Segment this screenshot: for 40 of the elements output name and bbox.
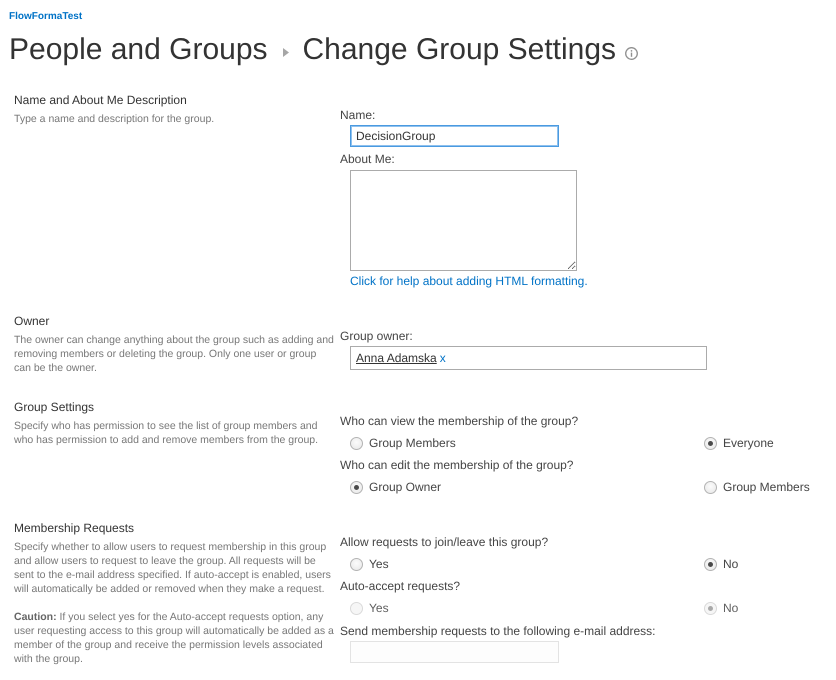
section-description: Specify whether to allow users to request membership in this group and allow users to request to leave the group. All requests will be sent to the e-mail address specified. If auto-accept is enabled, users will automatically be added or removed when they make a request. xyxy=(14,540,332,596)
field-label: About Me: xyxy=(340,151,396,168)
people-picker[interactable]: Anna Adamska x xyxy=(350,346,707,370)
info-icon[interactable] xyxy=(625,46,638,60)
field-label: Who can view the membership of the group? xyxy=(340,413,580,430)
text-field[interactable]: DecisionGroup xyxy=(350,125,559,147)
field-label: Name: xyxy=(340,107,376,124)
radio-label[interactable]: Group Members xyxy=(369,435,456,451)
page-title: Change Group Settings xyxy=(302,32,616,68)
help-link[interactable]: Click for help about adding HTML formatting. xyxy=(350,274,588,288)
radio-label[interactable]: Everyone xyxy=(723,435,774,451)
section-heading: Name and About Me Description xyxy=(14,92,188,109)
radio-label[interactable]: Group Owner xyxy=(369,479,442,495)
radio-button[interactable] xyxy=(350,558,363,570)
person-link[interactable]: Anna Adamska xyxy=(356,351,437,365)
section-description: Specify who has permission to see the list of group members and who has permission to add and remove members from the group. xyxy=(14,419,320,447)
section-heading: Group Settings xyxy=(14,399,96,416)
radio-label[interactable]: Group Members xyxy=(723,479,810,495)
section-heading: Owner xyxy=(14,313,50,330)
radio-button[interactable] xyxy=(704,436,717,450)
radio-label[interactable]: No xyxy=(723,556,738,572)
site-title-link[interactable]: FlowFormaTest xyxy=(9,9,82,25)
field-label: Send membership requests to the following e-mail address: xyxy=(340,623,656,640)
radio-label[interactable]: Yes xyxy=(369,556,389,572)
section-description: The owner can change anything about the group such as adding and removing members or deleting the group. Only one user or group can be the owner. xyxy=(14,333,334,375)
field-label: Group owner: xyxy=(340,328,414,345)
caret-icon xyxy=(282,48,289,56)
radio-button[interactable] xyxy=(350,480,363,494)
radio-button[interactable] xyxy=(704,558,717,570)
radio-button[interactable] xyxy=(350,436,363,450)
field-label: Allow requests to join/leave this group? xyxy=(340,534,550,551)
remove-button[interactable]: x xyxy=(440,351,446,365)
section-description: Type a name and description for the group. xyxy=(14,112,216,126)
section-description: Caution: If you select yes for the Auto-accept requests option, any user requesting access to this group will automatically be added as a member of the group and receive the permission levels associated with the group. xyxy=(14,610,334,666)
radio-button[interactable] xyxy=(704,480,717,494)
text-area[interactable] xyxy=(350,170,577,271)
section-heading: Membership Requests xyxy=(14,520,136,537)
field-label: Who can edit the membership of the group? xyxy=(340,457,574,474)
breadcrumb-link[interactable]: People and Groups xyxy=(9,30,268,70)
field-label: Auto-accept requests? xyxy=(340,578,462,595)
